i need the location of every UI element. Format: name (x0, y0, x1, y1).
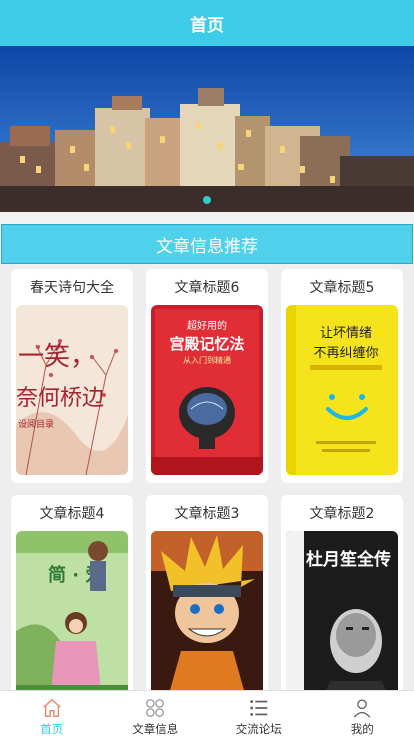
bottom-tab-bar: 首页 文章信息 交流论坛 我的 (0, 690, 414, 738)
page-title: 首页 (190, 15, 224, 36)
article-card[interactable]: 文章标题3 (146, 495, 268, 690)
article-cover[interactable]: 简 · 爱 (16, 531, 128, 690)
svg-text:杜月笙全传: 杜月笙全传 (306, 549, 391, 570)
carousel-indicator[interactable] (0, 196, 414, 204)
svg-text:设阅目录: 设阅目录 (18, 419, 54, 430)
tab-label: 首页 (40, 722, 64, 736)
tab-articles[interactable]: 文章信息 (104, 691, 208, 738)
tab-home[interactable]: 首页 (0, 691, 104, 738)
svg-text:宫殿记忆法: 宫殿记忆法 (169, 335, 244, 353)
carousel-dot[interactable] (203, 196, 211, 204)
svg-text:奈何桥边: 奈何桥边 (16, 386, 104, 411)
section-title: 文章信息推荐 (156, 236, 258, 257)
tab-forum[interactable]: 交流论坛 (207, 691, 311, 738)
article-list[interactable]: 春天诗句大全 一笑， 奈何桥边 设阅目录 文章标题6 超好用的 宫殿记忆法 从入… (0, 264, 414, 690)
svg-text:从入门到精通: 从入门到精通 (183, 355, 231, 365)
article-cover[interactable]: 超好用的 宫殿记忆法 从入门到精通 (151, 305, 263, 475)
grid-icon (146, 699, 165, 717)
home-icon (43, 698, 61, 717)
article-title: 文章标题2 (309, 506, 375, 522)
banner-carousel[interactable] (0, 46, 414, 212)
svg-text:一笑，: 一笑， (18, 342, 96, 372)
article-cover[interactable] (151, 531, 263, 690)
article-title: 文章标题4 (39, 506, 105, 522)
article-title: 春天诗句大全 (30, 280, 114, 296)
tab-mine[interactable]: 我的 (311, 691, 414, 738)
article-cover[interactable]: 杜月笙全传 (286, 531, 398, 690)
page-header: 首页 (0, 0, 414, 46)
article-card[interactable]: 文章标题4 简 · 爱 (11, 495, 133, 690)
tab-label: 文章信息 (132, 722, 179, 736)
article-title: 文章标题3 (174, 506, 240, 522)
svg-text:让坏情绪: 让坏情绪 (320, 326, 372, 341)
article-card[interactable]: 文章标题6 超好用的 宫殿记忆法 从入门到精通 (146, 269, 268, 483)
user-icon (353, 699, 371, 718)
banner-image (0, 46, 414, 212)
article-title: 文章标题5 (309, 280, 375, 296)
article-title: 文章标题6 (174, 280, 240, 296)
list-icon (249, 700, 267, 716)
tab-label: 交流论坛 (235, 722, 282, 736)
svg-text:不再纠缠你: 不再纠缠你 (313, 345, 378, 361)
article-card[interactable]: 文章标题5 让坏情绪 不再纠缠你 (281, 269, 403, 483)
article-card[interactable]: 春天诗句大全 一笑， 奈何桥边 设阅目录 (11, 269, 133, 483)
article-card[interactable]: 文章标题2 杜月笙全传 (281, 495, 403, 690)
section-header: 文章信息推荐 (1, 224, 413, 264)
tab-label: 我的 (350, 722, 374, 736)
section-divider (0, 212, 414, 224)
article-cover[interactable]: 一笑， 奈何桥边 设阅目录 (16, 305, 128, 475)
svg-text:超好用的: 超好用的 (187, 319, 227, 332)
article-cover[interactable]: 让坏情绪 不再纠缠你 (286, 305, 398, 475)
